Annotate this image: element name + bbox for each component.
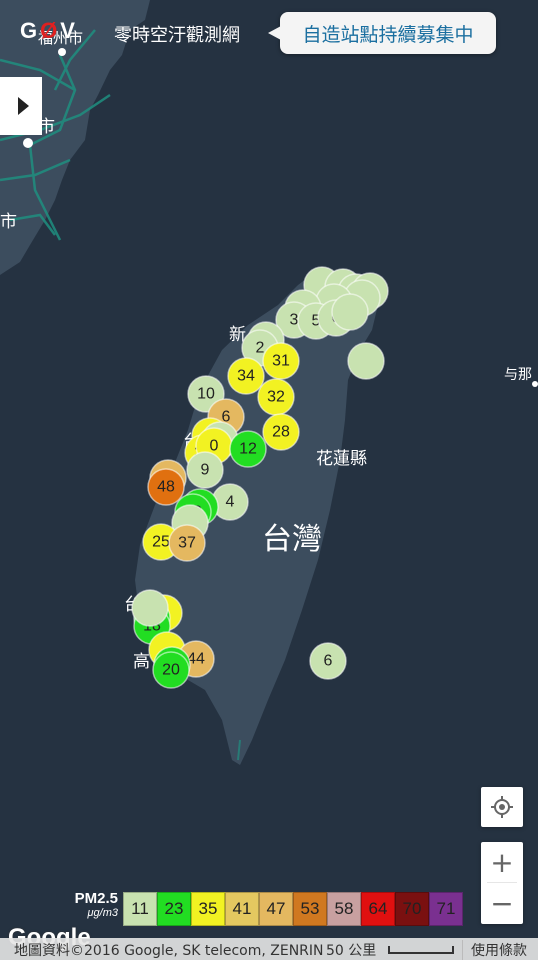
legend-swatch: 64	[361, 892, 395, 926]
legend-title: PM2.5 μg/m3	[60, 890, 118, 919]
sensor-marker[interactable]: 34	[227, 357, 265, 395]
sensor-marker-value: 48	[157, 479, 175, 496]
sensor-marker-value: 3	[290, 312, 299, 329]
sensor-marker-value: 34	[237, 368, 255, 385]
sidebar-toggle-button[interactable]	[0, 77, 42, 135]
sensor-marker-value: 2	[256, 340, 265, 357]
sensor-marker-circle[interactable]	[331, 293, 369, 331]
sensor-marker[interactable]	[131, 589, 169, 627]
gov-logo: GØV	[20, 18, 78, 43]
sensor-marker-value: 10	[197, 386, 215, 403]
sensor-marker[interactable]	[347, 342, 385, 380]
app-header: GØV 零時空汙觀測網 自造站點持續募集中	[0, 0, 538, 66]
sensor-marker[interactable]: 28	[262, 413, 300, 451]
city-dot	[23, 138, 33, 148]
map-scale-label: 50 公里	[326, 943, 377, 959]
map-attribution: 地圖資料©2016 Google, SK telecom, ZENRIN	[14, 943, 324, 959]
label-yonaguni: 与那	[504, 367, 532, 383]
sensor-marker[interactable]: 20	[152, 651, 190, 689]
zoom-control: + −	[481, 842, 523, 924]
label-hualien: 花蓮縣	[316, 449, 367, 469]
legend-swatch: 53	[293, 892, 327, 926]
zoom-out-button[interactable]: −	[481, 883, 523, 923]
play-right-icon	[17, 97, 29, 115]
legend-swatch: 71	[429, 892, 463, 926]
sensor-marker[interactable]: 31	[262, 342, 300, 380]
recruit-banner[interactable]: 自造站點持續募集中	[268, 12, 496, 54]
sensor-marker-value: 9	[201, 462, 210, 479]
sensor-marker[interactable]: 9	[186, 451, 224, 489]
legend-swatch: 70	[395, 892, 429, 926]
legend-unit: μg/m3	[87, 907, 118, 919]
legend-swatch: 11	[123, 892, 157, 926]
sensor-marker[interactable]: 32	[257, 378, 295, 416]
terms-link[interactable]: 使用條款	[462, 940, 527, 960]
legend-swatch: 47	[259, 892, 293, 926]
label-kaohsiung: 高	[133, 652, 150, 672]
legend-swatch: 58	[327, 892, 361, 926]
sensor-marker[interactable]: 48	[147, 468, 185, 506]
city-dot	[532, 381, 538, 387]
sensor-marker[interactable]: 37	[168, 524, 206, 562]
sensor-marker-value: 20	[162, 662, 180, 679]
legend-swatch: 35	[191, 892, 225, 926]
sensor-marker-value: 4	[226, 494, 235, 511]
label-nanping: 市	[0, 212, 17, 232]
legend-scale: 11 23 35 41 47 53 58 64 70 71	[123, 892, 463, 926]
sensor-marker-value: 31	[272, 353, 290, 370]
sensor-marker-value: 12	[239, 441, 257, 458]
sensor-marker[interactable]: 12	[229, 430, 267, 468]
sensor-marker-value: 37	[178, 535, 196, 552]
sensor-marker-value: 6	[324, 653, 333, 670]
legend-swatch: 23	[157, 892, 191, 926]
legend-swatch: 41	[225, 892, 259, 926]
my-location-button[interactable]	[481, 787, 523, 827]
sensor-marker-value: 28	[272, 424, 290, 441]
map-scale-bar	[388, 946, 454, 954]
sensor-marker[interactable]: 6	[309, 642, 347, 680]
sensor-marker-circle[interactable]	[131, 589, 169, 627]
sensor-marker-value: 32	[267, 389, 285, 406]
sensor-marker-value: 25	[152, 534, 170, 551]
label-taiwan: 台灣	[262, 522, 322, 557]
sensor-marker[interactable]	[331, 293, 369, 331]
legend-pollutant: PM2.5	[74, 890, 118, 907]
crosshair-icon	[491, 796, 513, 818]
map-footer: 地圖資料©2016 Google, SK telecom, ZENRIN 50 …	[0, 938, 538, 960]
sensor-marker-value: 0	[210, 438, 219, 455]
app-title: 零時空汙觀測網	[114, 25, 240, 46]
zoom-in-button[interactable]: +	[481, 842, 523, 882]
map-canvas[interactable]: 福州市 市 市 与那 花蓮縣 台灣 新 台 高 台中 3562313432106…	[0, 0, 538, 960]
sensor-marker-circle[interactable]	[347, 342, 385, 380]
